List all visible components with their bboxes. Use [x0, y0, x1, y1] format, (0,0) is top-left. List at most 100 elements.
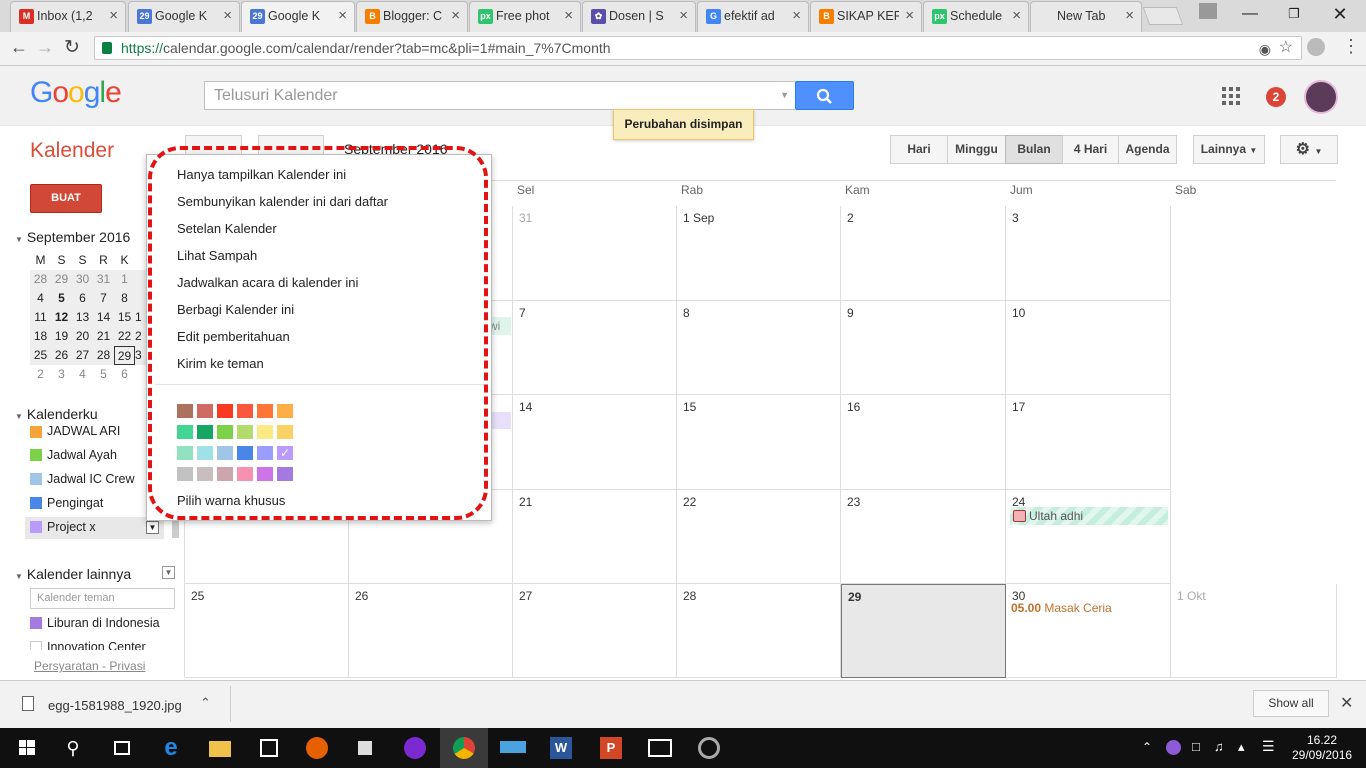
mini-cal-day[interactable]: 25 [30, 346, 51, 365]
color-swatch[interactable] [237, 404, 253, 418]
messenger-app-icon[interactable] [400, 733, 430, 763]
day-cell[interactable]: 24 [1006, 490, 1171, 584]
calendar-item[interactable]: Liburan di Indonesia [30, 612, 160, 634]
chrome-icon[interactable] [449, 733, 479, 763]
calendar-item[interactable]: JADWAL ARI [30, 424, 120, 439]
mini-cal-day[interactable]: 28 [93, 346, 114, 365]
day-number[interactable]: 25 [191, 589, 204, 603]
close-tab-icon[interactable]: × [1125, 2, 1134, 30]
extension-icon[interactable] [1307, 38, 1325, 56]
color-swatch[interactable] [237, 446, 253, 460]
my-calendars-header[interactable]: ▼ Kalenderku [15, 406, 98, 422]
color-swatch[interactable] [217, 467, 233, 481]
day-cell[interactable]: 2 [841, 206, 1006, 301]
close-tab-icon[interactable]: × [338, 2, 347, 30]
task-view-icon[interactable] [106, 733, 136, 763]
menu-item-2[interactable]: Sembunyikan kalender ini dari daftar [177, 194, 388, 209]
day-cell[interactable]: 15 [677, 395, 841, 490]
day-number[interactable]: 23 [847, 495, 860, 509]
day-cell[interactable]: 16 [841, 395, 1006, 490]
day-number[interactable]: 22 [683, 495, 696, 509]
color-swatch[interactable] [217, 425, 233, 439]
day-number[interactable]: 21 [519, 495, 532, 509]
mini-cal-day[interactable]: 4 [72, 365, 93, 384]
calendar-color-swatch[interactable] [30, 497, 42, 509]
color-swatch[interactable] [197, 404, 213, 418]
close-tab-icon[interactable]: × [223, 2, 232, 30]
minimize-button[interactable]: — [1228, 0, 1272, 30]
day-cell[interactable]: 29 [841, 584, 1006, 678]
color-swatch[interactable] [277, 425, 293, 439]
mini-cal-day[interactable]: 12 [51, 308, 72, 327]
back-icon[interactable]: ← [10, 37, 28, 58]
day-cell[interactable]: 7 [513, 301, 677, 395]
color-swatch[interactable] [177, 467, 193, 481]
color-swatch[interactable] [177, 425, 193, 439]
mini-cal-day[interactable]: 6 [72, 289, 93, 308]
close-window-button[interactable]: ✕ [1318, 0, 1362, 30]
color-swatch[interactable] [257, 446, 273, 460]
color-swatch[interactable] [217, 404, 233, 418]
close-tab-icon[interactable]: × [679, 2, 688, 30]
menu-item-3[interactable]: Setelan Kalender [177, 221, 277, 236]
mini-cal-day[interactable]: 31 [93, 270, 114, 289]
view-button-4-hari[interactable]: 4 Hari [1062, 135, 1119, 164]
calendar-color-swatch[interactable] [30, 426, 42, 438]
firefox-icon[interactable] [302, 733, 332, 763]
color-swatch[interactable] [257, 467, 273, 481]
more-button[interactable]: Lainnya ▼ [1193, 135, 1265, 164]
mini-cal-day[interactable]: 30 [72, 270, 93, 289]
day-number[interactable]: 27 [519, 589, 532, 603]
friend-calendar-input[interactable]: Kalender teman [30, 588, 175, 609]
show-all-button[interactable]: Show all [1253, 690, 1329, 717]
tray-app-icon[interactable] [1166, 740, 1181, 755]
calendar-color-swatch[interactable] [30, 641, 42, 650]
day-cell[interactable]: 21 [513, 490, 677, 584]
day-number[interactable]: 17 [1012, 400, 1025, 414]
chevron-up-icon[interactable]: ⌃ [200, 695, 211, 711]
photos-icon[interactable] [645, 733, 675, 763]
day-number[interactable]: 1 Okt [1177, 589, 1206, 603]
mini-cal-day[interactable]: 19 [51, 327, 72, 346]
mini-cal-day[interactable]: 29 [114, 346, 135, 365]
day-number[interactable]: 26 [355, 589, 368, 603]
mini-cal-day[interactable]: 22 [114, 327, 135, 346]
day-number[interactable]: 2 [847, 211, 854, 225]
view-button-bulan[interactable]: Bulan [1005, 135, 1063, 164]
mini-cal-day[interactable]: 1 [114, 270, 135, 289]
calendar-item[interactable]: Jadwal Ayah [30, 444, 117, 466]
close-tab-icon[interactable]: × [109, 2, 118, 30]
close-downloads-icon[interactable]: ✕ [1340, 693, 1353, 713]
mini-cal-day[interactable]: 5 [51, 289, 72, 308]
search-input[interactable]: Telusuri Kalender ▼ [204, 81, 795, 110]
mini-cal-day[interactable]: 26 [51, 346, 72, 365]
view-button-agenda[interactable]: Agenda [1118, 135, 1177, 164]
day-number[interactable]: 7 [519, 306, 526, 320]
mini-cal-day[interactable]: 2 [30, 365, 51, 384]
day-number[interactable]: 14 [519, 400, 532, 414]
mini-cal-day[interactable]: 13 [72, 308, 93, 327]
custom-color-link[interactable]: Pilih warna khusus [177, 493, 285, 508]
tab-10[interactable]: New Tab × [1030, 1, 1142, 32]
event-chip[interactable]: Ultah adhi [1010, 507, 1168, 525]
view-button-minggu[interactable]: Minggu [947, 135, 1006, 164]
day-cell[interactable]: 28 [677, 584, 841, 678]
menu-dots-icon[interactable]: ⋮ [1342, 36, 1360, 57]
color-swatch[interactable] [177, 404, 193, 418]
color-swatch[interactable] [237, 425, 253, 439]
media-app-icon[interactable] [694, 733, 724, 763]
event-text[interactable]: 05.00 Masak Ceria [1011, 601, 1112, 615]
color-swatch[interactable] [257, 404, 273, 418]
mini-cal-day[interactable]: 21 [93, 327, 114, 346]
tab-5[interactable]: px Free phot × [469, 1, 581, 32]
menu-item-8[interactable]: Kirim ke teman [177, 356, 264, 371]
day-cell[interactable]: 9 [841, 301, 1006, 395]
color-swatch[interactable] [257, 425, 273, 439]
tab-4[interactable]: B Blogger: C × [356, 1, 468, 32]
terms-link[interactable]: Persyaratan [34, 659, 99, 673]
address-bar[interactable]: https://calendar.google.com/calendar/ren… [94, 36, 1302, 60]
day-cell[interactable]: 23 [841, 490, 1006, 584]
restore-button[interactable]: ❐ [1272, 0, 1316, 30]
tab-6[interactable]: ✿ Dosen | S × [582, 1, 696, 32]
calendar-color-swatch[interactable] [30, 473, 42, 485]
